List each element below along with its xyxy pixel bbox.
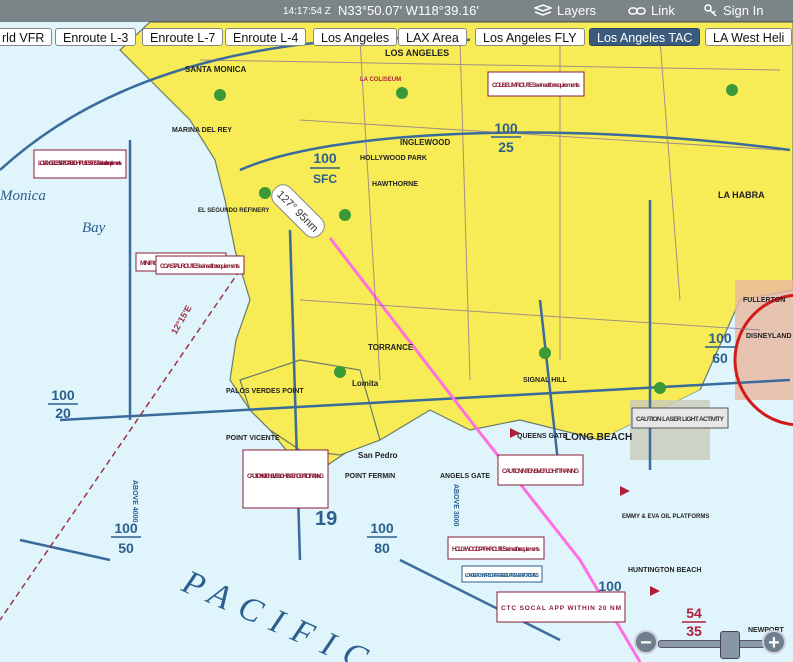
zoom-slider-thumb[interactable]	[719, 631, 740, 659]
label-monica: Monica	[0, 188, 46, 204]
text-ctc: CTC SOCAL APP WITHIN 20 NM	[501, 605, 621, 612]
zoom-control: − +	[632, 628, 790, 659]
label-angels-gate: ANGELS GATE	[440, 473, 490, 480]
label-el-segundo: EL SEGUNDO REFINERY	[198, 208, 269, 214]
label-san-pedro: San Pedro	[358, 451, 398, 460]
text-caution-lb: CAUTION INTENSIVE FLIGHT TRAINING	[502, 468, 579, 475]
label-hawthorne: HAWTHORNE	[372, 181, 418, 188]
tab-los-angeles-tac[interactable]: Los Angeles TAC	[589, 28, 701, 46]
label-los-angeles: LOS ANGELES	[385, 48, 449, 58]
label-santa-monica: SANTA MONICA	[185, 65, 247, 74]
label-palos-verdes: PALOS VERDES POINT	[226, 388, 304, 395]
tab-enroute-l3[interactable]: Enroute L-3	[55, 28, 137, 46]
box-coastal-route-group: COASTAL ROUTE See inset for requirements	[155, 255, 245, 275]
label-emmy-eva: EMMY & EVA OIL PLATFORMS	[622, 514, 709, 520]
svg-text:60: 60	[712, 350, 728, 366]
zoom-out-button[interactable]: −	[634, 630, 658, 654]
text-lb-harbor: LONG BEACH HARBOR AREA SEE SUPPLEMENT FO…	[465, 573, 540, 579]
link-button[interactable]: Link	[628, 3, 675, 18]
label-queens-gate: QUEENS GATE	[517, 433, 568, 440]
label-long-beach: LONG BEACH	[565, 432, 632, 443]
label-gate-19: 19	[315, 508, 337, 530]
svg-text:100: 100	[494, 120, 518, 136]
tab-los-angeles-fly[interactable]: Los Angeles FLY	[475, 28, 585, 46]
text-hollywood-route: HOLLYWOOD PARK ROUTE See inset for requi…	[452, 546, 540, 553]
label-torrance: TORRANCE	[368, 343, 414, 352]
label-inglewood: INGLEWOOD	[400, 138, 450, 147]
cursor-coordinates: N33°50.07' W118°39.16'	[338, 3, 479, 18]
svg-text:100: 100	[51, 387, 75, 403]
text-coliseum-route: COLISEUM ROUTE See inset for requirement…	[492, 82, 580, 89]
tab-world-vfr[interactable]: rld VFR	[0, 28, 53, 46]
layers-icon	[534, 3, 552, 16]
sign-in-button[interactable]: Sign In	[704, 3, 763, 18]
label-la-coliseum: LA COLISEUM	[360, 77, 401, 83]
zoom-in-button[interactable]: +	[762, 630, 786, 654]
layers-label: Layers	[557, 3, 597, 18]
aeronautical-chart-map[interactable]: SANTA MONICA MARINA DEL REY INGLEWOOD HO…	[0, 0, 793, 662]
tab-la-west-heli[interactable]: LA West Heli	[705, 28, 793, 46]
key-icon	[704, 3, 717, 17]
zoom-slider-track[interactable]	[658, 640, 766, 648]
airspace-100-sfc: 100 SFC	[310, 150, 340, 186]
label-signal-hill: SIGNAL HILL	[523, 377, 568, 384]
tab-lax-area[interactable]: LAX Area	[398, 28, 467, 46]
text-la-special: LOS ANGELES SPECIAL FLIGHT RULES AREA Se…	[38, 160, 122, 167]
layers-button[interactable]: Layers	[534, 3, 596, 18]
svg-text:100: 100	[370, 520, 394, 536]
label-fullerton: FULLERTON	[743, 297, 785, 304]
svg-text:100: 100	[313, 150, 337, 166]
svg-text:100: 100	[708, 330, 732, 346]
svg-text:20: 20	[55, 405, 71, 421]
utc-time: 14:17:54 Z	[283, 6, 331, 17]
top-toolbar: 14:17:54 Z N33°50.07' W118°39.16' Layers…	[0, 0, 793, 22]
tab-enroute-l7[interactable]: Enroute L-7	[142, 28, 224, 46]
svg-text:SFC: SFC	[313, 172, 337, 186]
svg-text:54: 54	[686, 605, 702, 621]
text-caution-pv: CAUTION INTENSIVE FLIGHT & AEROBATIC TRA…	[247, 473, 324, 480]
svg-text:50: 50	[118, 540, 134, 556]
label-lomita: Lomita	[352, 379, 379, 388]
label-bay: Bay	[82, 220, 106, 236]
sign-in-label: Sign In	[723, 3, 764, 18]
link-icon	[628, 6, 646, 15]
tab-enroute-l4[interactable]: Enroute L-4	[225, 28, 307, 46]
label-point-fermin: POINT FERMIN	[345, 473, 395, 480]
label-above-3000: ABOVE 3000	[452, 484, 459, 527]
label-marina: MARINA DEL REY	[172, 127, 232, 134]
tab-los-angeles[interactable]: Los Angeles	[313, 28, 398, 46]
svg-text:COASTAL ROUTE See inset for re: COASTAL ROUTE See inset for requirements	[160, 263, 240, 270]
label-huntington: HUNTINGTON BEACH	[628, 567, 701, 574]
svg-text:80: 80	[374, 540, 390, 556]
text-laser: CAUTION LASER LIGHT ACTIVITY	[636, 416, 725, 423]
label-la-habra: LA HABRA	[718, 190, 765, 200]
chart-tab-bar: rld VFR Enroute L-3 Enroute L-7 Enroute …	[0, 28, 793, 48]
label-above-4000: ABOVE 4000	[131, 480, 138, 523]
link-label: Link	[651, 3, 675, 18]
label-point-vicente: POINT VICENTE	[226, 435, 280, 442]
label-disneyland: DISNEYLAND	[746, 333, 792, 340]
svg-text:25: 25	[498, 139, 514, 155]
label-hollywood-park: HOLLYWOOD PARK	[360, 155, 427, 162]
